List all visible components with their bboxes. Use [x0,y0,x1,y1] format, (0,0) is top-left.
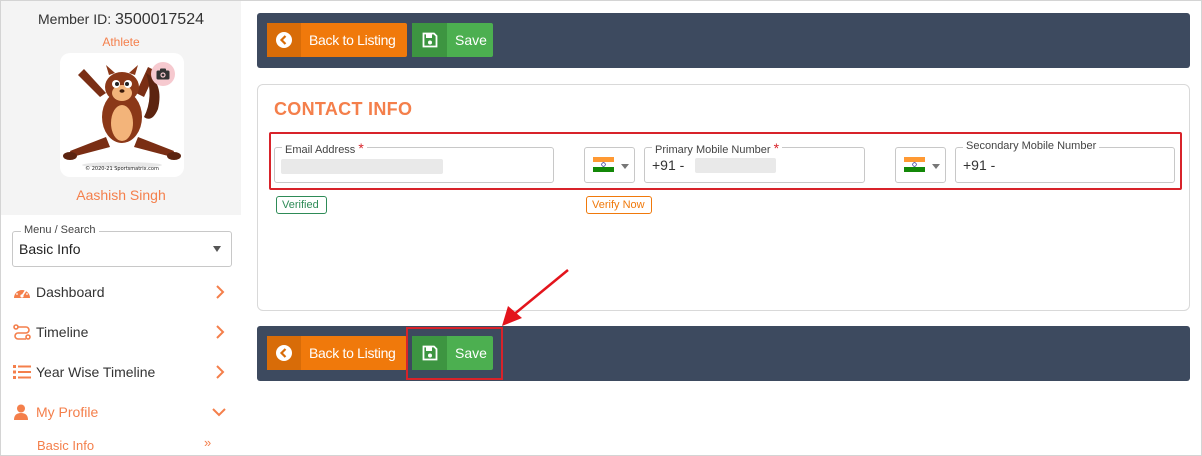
back-to-listing-button[interactable]: Back to Listing [267,23,407,57]
list-icon [13,365,31,379]
sidebar-item-label: Timeline [36,324,89,340]
india-flag-icon [904,157,925,172]
bottom-toolbar: Back to Listing Save [257,326,1190,381]
user-icon [14,404,28,420]
menu-search-value: Basic Info [19,241,81,257]
secondary-country-code-select[interactable] [895,147,946,183]
required-marker: * [773,140,780,156]
back-to-listing-button[interactable]: Back to Listing [267,336,407,370]
annotation-arrow-icon [502,269,569,326]
caret-down-icon [932,164,940,169]
primary-country-code-select[interactable] [584,147,635,183]
chevron-right-icon [216,325,225,339]
sidebar-item-label: Dashboard [36,284,105,300]
primary-mobile-prefix: +91 - [652,157,685,173]
email-label-text: Email Address [285,144,356,156]
sidebar-item-timeline[interactable]: Timeline [1,317,241,347]
menu-search-legend: Menu / Search [21,224,99,236]
secondary-mobile-label: Secondary Mobile Number [963,140,1100,152]
back-to-listing-label: Back to Listing [309,345,396,361]
save-label: Save [455,32,487,48]
save-button[interactable]: Save [412,23,493,57]
contact-info-card: CONTACT INFO Email Address * Primary Mob… [257,84,1190,311]
member-role: Athlete [102,35,140,49]
redacted-email-value [281,159,443,174]
chevron-right-icon [216,365,225,379]
double-chevron-right-icon: » [204,435,212,450]
primary-mobile-label-text: Primary Mobile Number [655,144,771,156]
member-id: Member ID: 3500017524 [1,11,241,29]
camera-icon[interactable] [151,62,175,86]
caret-down-icon [213,246,221,252]
primary-mobile-field[interactable]: Primary Mobile Number * +91 - [644,140,865,183]
caret-down-icon [621,164,629,169]
required-marker: * [358,140,364,156]
sidebar-item-year-wise-timeline[interactable]: Year Wise Timeline [1,357,241,387]
email-label: Email Address * [282,140,367,156]
chevron-right-icon [216,285,225,299]
annotation-highlight-box [406,327,503,380]
verified-badge: Verified [276,196,327,214]
sidebar-item-label: My Profile [36,404,99,420]
email-field[interactable]: Email Address * [274,140,554,183]
member-id-value: 3500017524 [115,11,204,28]
timeline-icon [13,324,31,340]
redacted-phone-value [695,158,776,173]
sidebar: Member ID: 3500017524 Athlete © 2020-21 … [1,1,241,455]
primary-mobile-label: Primary Mobile Number * [652,140,783,156]
sidebar-item-my-profile[interactable]: My Profile [1,397,241,427]
menu-search-select[interactable]: Menu / Search Basic Info [12,224,232,267]
secondary-mobile-prefix: +91 - [963,157,996,173]
profile-card: Member ID: 3500017524 Athlete © 2020-21 … [1,1,241,215]
sidebar-item-label: Year Wise Timeline [36,364,156,380]
back-to-listing-label: Back to Listing [309,32,396,48]
member-id-label: Member ID: [38,11,112,27]
sidebar-item-dashboard[interactable]: Dashboard [1,277,241,307]
back-icon [267,23,301,57]
floppy-disk-icon [412,23,447,57]
dashboard-icon [14,287,30,298]
avatar-caption: © 2020-21 Sportsmatrix.com [85,165,159,172]
secondary-mobile-field[interactable]: Secondary Mobile Number +91 - [955,140,1175,183]
profile-name: Aashish Singh [76,187,166,203]
chevron-down-icon [212,408,226,417]
section-title: CONTACT INFO [274,99,413,119]
back-icon [267,336,301,370]
sidebar-subitem-basic-info[interactable]: Basic Info [37,438,94,453]
india-flag-icon [593,157,614,172]
verify-now-button[interactable]: Verify Now [586,196,652,214]
top-toolbar: Back to Listing Save [257,13,1190,68]
